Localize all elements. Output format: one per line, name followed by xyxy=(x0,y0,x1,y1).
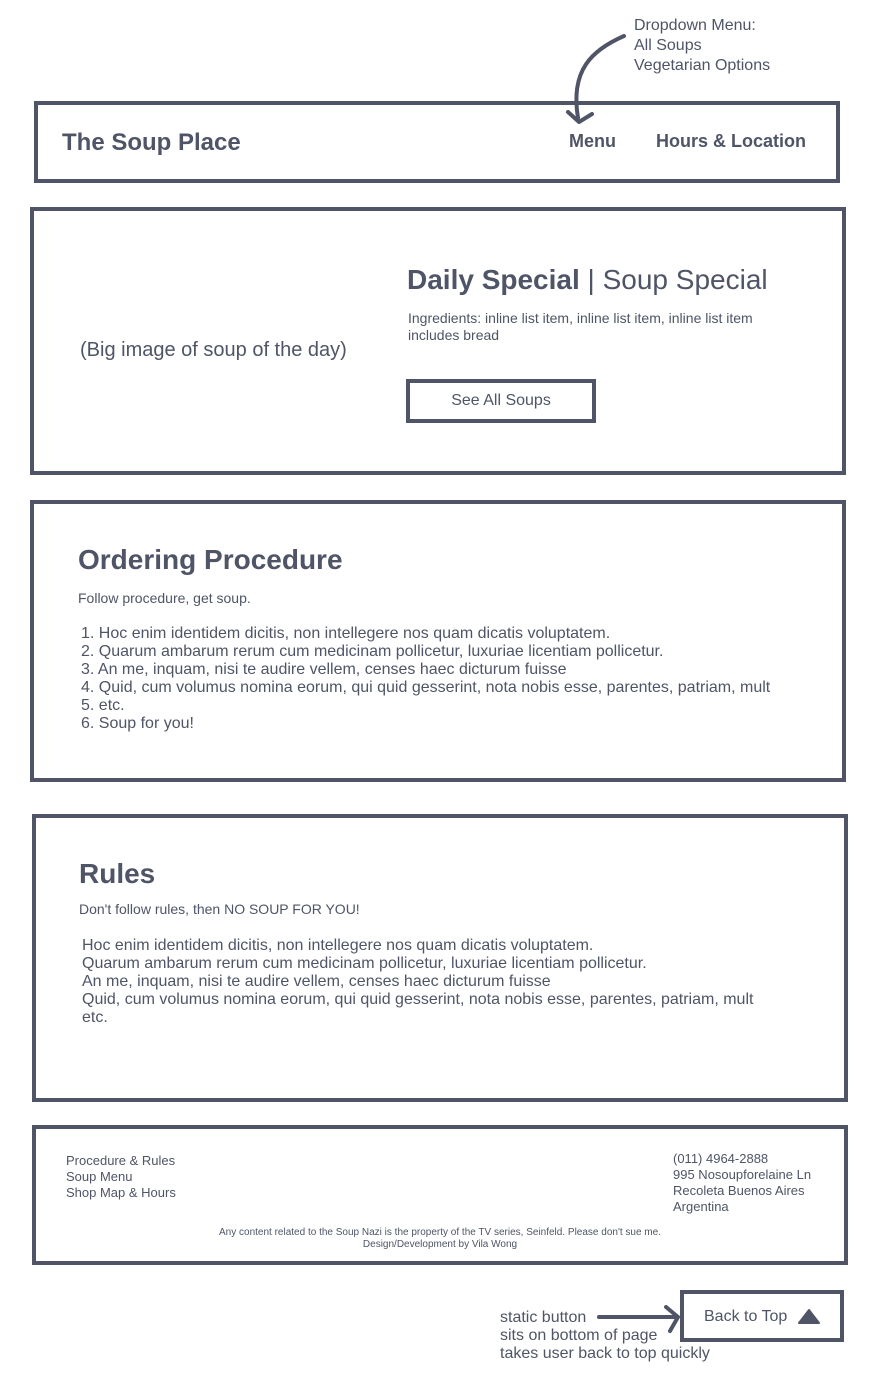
back-to-top-label: Back to Top xyxy=(704,1308,788,1325)
legal-notice: Any content related to the Soup Nazi is … xyxy=(219,1227,661,1238)
ingredients-text: Ingredients: inline list item, inline li… xyxy=(408,310,753,343)
rules-subtitle: Don't follow rules, then NO SOUP FOR YOU… xyxy=(79,901,360,917)
footer-contact: (011) 4964-2888 995 Nosoupforelaine Ln R… xyxy=(673,1151,811,1215)
contact-address-line: Argentina xyxy=(673,1199,729,1214)
contact-address-line: Recoleta Buenos Aires xyxy=(673,1183,805,1198)
list-item: Quarum ambarum rerum cum medicinam polli… xyxy=(82,955,647,972)
footer-legal: Any content related to the Soup Nazi is … xyxy=(36,1227,844,1251)
daily-special-section: (Big image of soup of the day) Daily Spe… xyxy=(30,207,846,475)
heading-separator: | xyxy=(579,264,603,295)
list-item: 1. Hoc enim identidem dicitis, non intel… xyxy=(81,625,611,642)
static-button-annotation: static button sits on bottom of page tak… xyxy=(500,1309,710,1363)
site-header: The Soup Place Menu Hours & Location xyxy=(34,101,840,183)
annotation-line: sits on bottom of page xyxy=(500,1327,658,1344)
list-item: 2. Quarum ambarum rerum cum medicinam po… xyxy=(81,643,664,660)
list-item: An me, inquam, nisi te audire vellem, ce… xyxy=(82,973,551,990)
list-item: 6. Soup for you! xyxy=(81,715,194,732)
soup-image-placeholder: (Big image of soup of the day) xyxy=(80,339,347,361)
dropdown-annotation: Dropdown Menu: All Soups Vegetarian Opti… xyxy=(634,16,770,76)
list-item: 5. etc. xyxy=(81,697,125,714)
daily-special-label: Daily Special xyxy=(407,264,580,295)
list-item: etc. xyxy=(82,1009,108,1026)
annotation-line: Vegetarian Options xyxy=(634,57,771,74)
list-item: 3. An me, inquam, nisi te audire vellem,… xyxy=(81,661,567,678)
site-footer: Procedure & Rules Soup Menu Shop Map & H… xyxy=(32,1125,848,1265)
footer-link-procedure-rules[interactable]: Procedure & Rules xyxy=(66,1153,176,1169)
list-item: Quid, cum volumus nomina eorum, qui quid… xyxy=(82,991,754,1008)
triangle-up-icon xyxy=(796,1308,822,1331)
see-all-soups-button[interactable]: See All Soups xyxy=(406,379,596,423)
annotation-line: takes user back to top quickly xyxy=(500,1345,710,1362)
contact-phone: (011) 4964-2888 xyxy=(673,1151,769,1166)
ordering-procedure-subtitle: Follow procedure, get soup. xyxy=(78,590,251,606)
site-title[interactable]: The Soup Place xyxy=(62,129,241,157)
ordering-procedure-section: Ordering Procedure Follow procedure, get… xyxy=(30,500,846,782)
soup-special-name: Soup Special xyxy=(602,264,768,295)
rules-title: Rules xyxy=(79,858,156,889)
annotation-line: Dropdown Menu: xyxy=(634,17,756,34)
daily-special-heading: Daily Special | Soup Special xyxy=(407,264,768,296)
ordering-procedure-title: Ordering Procedure xyxy=(78,544,343,575)
design-credit: Design/Development by Vila Wong xyxy=(362,1239,518,1250)
nav-hours-location-link[interactable]: Hours & Location xyxy=(656,131,806,152)
ordering-steps-list: 1. Hoc enim identidem dicitis, non intel… xyxy=(81,625,770,733)
rules-list: Hoc enim identidem dicitis, non intelleg… xyxy=(82,937,753,1027)
rules-section: Rules Don't follow rules, then NO SOUP F… xyxy=(32,814,848,1102)
nav-menu-link[interactable]: Menu xyxy=(569,131,616,152)
annotation-line: static button xyxy=(500,1309,587,1326)
annotation-line: All Soups xyxy=(634,37,702,54)
list-item: 4. Quid, cum volumus nomina eorum, qui q… xyxy=(81,679,771,696)
list-item: Hoc enim identidem dicitis, non intelleg… xyxy=(82,937,594,954)
footer-link-soup-menu[interactable]: Soup Menu xyxy=(66,1169,176,1185)
footer-links: Procedure & Rules Soup Menu Shop Map & H… xyxy=(66,1153,176,1201)
footer-link-shop-map-hours[interactable]: Shop Map & Hours xyxy=(66,1185,176,1201)
contact-address-line: 995 Nosoupforelaine Ln xyxy=(673,1167,812,1182)
back-to-top-button[interactable]: Back to Top xyxy=(680,1290,844,1342)
